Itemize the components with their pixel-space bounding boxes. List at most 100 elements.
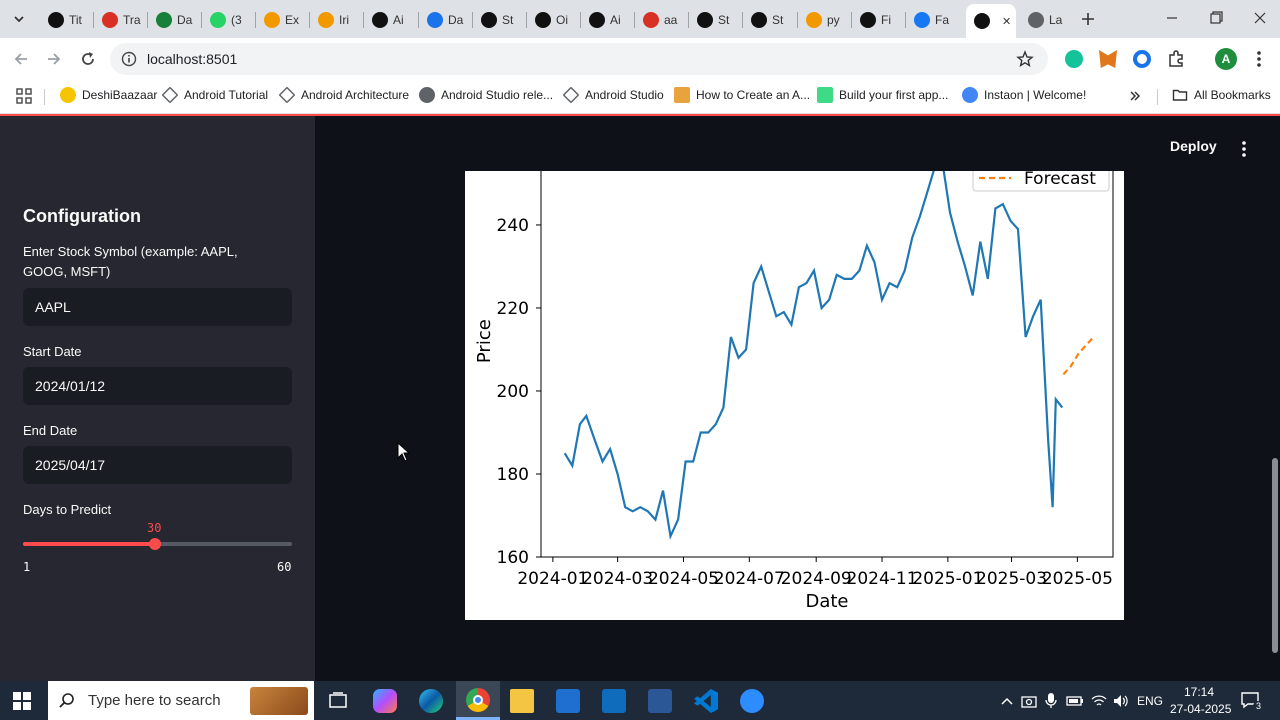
tab-close-icon[interactable]: ✕ [1002, 15, 1011, 28]
tab-favicon-icon [589, 12, 605, 28]
days-slider-thumb[interactable] [149, 538, 161, 550]
metamask-extension-icon[interactable] [1099, 50, 1117, 68]
minimize-button[interactable] [1160, 8, 1184, 28]
browser-tab[interactable]: Fi [852, 6, 906, 34]
browser-tab[interactable]: Da [148, 6, 202, 34]
browser-tab[interactable]: Ex [256, 6, 310, 34]
more-vert-icon[interactable] [1237, 140, 1251, 158]
chevron-up-icon[interactable] [1000, 695, 1014, 707]
browser-tab[interactable]: St [473, 6, 527, 34]
search-icon [59, 692, 74, 708]
chrome-taskbar-button[interactable] [456, 681, 500, 720]
y-tick-label: 160 [497, 548, 529, 568]
all-bookmarks-button[interactable]: All Bookmarks [1172, 87, 1271, 103]
slider-min: 1 [23, 560, 31, 574]
outlook-icon[interactable] [602, 689, 626, 713]
browser-tab[interactable]: (3 [202, 6, 256, 34]
browser-tab[interactable]: py [798, 6, 852, 34]
browser-tab[interactable]: aa [635, 6, 689, 34]
info-icon[interactable] [121, 51, 137, 67]
apps-grid-icon[interactable] [16, 88, 32, 104]
bookmark-item[interactable]: Instaon | Welcome! [962, 87, 1086, 103]
grammarly-extension-icon[interactable] [1065, 50, 1083, 68]
tab-label: St [502, 13, 514, 27]
y-axis-label: Price [474, 319, 495, 363]
end-date-input[interactable]: 2025/04/17 [23, 446, 292, 484]
bookmark-item[interactable]: Build your first app... [817, 87, 948, 103]
new-tab-button[interactable] [1078, 9, 1098, 29]
symbol-input[interactable]: AAPL [23, 288, 292, 326]
bookmark-item[interactable]: How to Create an A... [674, 87, 810, 103]
microphone-icon[interactable] [1044, 692, 1058, 710]
clock-time[interactable]: 17:14 [1184, 685, 1214, 699]
tab-favicon-icon [318, 12, 334, 28]
browser-tab[interactable]: Iri [310, 6, 364, 34]
browser-tab[interactable]: Tra [94, 6, 148, 34]
plus-icon [1082, 13, 1094, 25]
task-view-icon[interactable] [326, 689, 350, 713]
tab-search-button[interactable] [8, 8, 30, 30]
taskbar-search[interactable]: Type here to search [48, 681, 314, 720]
browser-tab[interactable]: La [1020, 6, 1074, 34]
restore-button[interactable] [1204, 8, 1228, 28]
browser-tab[interactable]: Tit [40, 6, 94, 34]
avatar[interactable]: A [1215, 48, 1237, 70]
bookmark-item[interactable]: Android Studio [562, 86, 664, 104]
x-tick-label: 2024-05 [648, 569, 719, 589]
y-tick-label: 200 [497, 382, 529, 402]
bookmark-item[interactable]: Android Architecture [278, 86, 409, 104]
camera-icon[interactable] [1021, 693, 1037, 709]
address-bar[interactable]: localhost:8501 [110, 43, 1048, 75]
battery-icon[interactable] [1066, 693, 1084, 709]
more-vert-icon[interactable] [1251, 49, 1267, 69]
store-icon[interactable] [556, 689, 580, 713]
reload-icon[interactable] [79, 50, 97, 68]
tab-label: py [827, 13, 840, 27]
browser-tab[interactable]: Ai [581, 6, 635, 34]
browser-tab[interactable]: Ai [364, 6, 418, 34]
puzzle-icon[interactable] [1166, 49, 1186, 69]
tab-label: Tit [69, 13, 82, 27]
x-tick-label: 2024-01 [517, 569, 588, 589]
chevron-right-icon[interactable] [1128, 89, 1142, 103]
file-explorer-icon[interactable] [510, 689, 534, 713]
star-icon[interactable] [1016, 50, 1034, 68]
start-date-input[interactable]: 2024/01/12 [23, 367, 292, 405]
deploy-button[interactable]: Deploy [1170, 138, 1217, 154]
browser-tab[interactable]: St [689, 6, 743, 34]
language-indicator[interactable]: ENG [1137, 694, 1163, 708]
vscode-icon[interactable] [694, 689, 718, 713]
tab-favicon-icon [643, 12, 659, 28]
clock-date[interactable]: 27-04-2025 [1170, 702, 1231, 716]
copilot-icon[interactable] [373, 689, 397, 713]
bookmark-item[interactable]: Android Studio rele... [419, 87, 553, 103]
edge-icon[interactable] [419, 689, 443, 713]
extension-icon[interactable] [1133, 50, 1151, 68]
back-arrow-icon[interactable] [12, 50, 30, 68]
bookmarks-divider [44, 89, 45, 105]
forecast-series-line [1062, 336, 1095, 376]
tab-favicon-icon [751, 12, 767, 28]
wifi-icon[interactable] [1090, 693, 1108, 709]
browser-tab[interactable]: St [743, 6, 797, 34]
bookmark-item[interactable]: Android Tutorial [161, 86, 268, 104]
volume-icon[interactable] [1112, 693, 1130, 709]
tab-label: Ai [610, 13, 621, 27]
close-window-button[interactable] [1248, 8, 1272, 28]
slider-value: 30 [147, 521, 162, 535]
x-tick-label: 2024-03 [582, 569, 653, 589]
price-series-line [563, 171, 1064, 540]
bookmark-item[interactable]: DeshiBaazaar [60, 87, 157, 103]
scrollbar[interactable] [1272, 458, 1278, 653]
browser-tab[interactable]: Da [419, 6, 473, 34]
browser-tab[interactable]: Oi [527, 6, 581, 34]
browser-tab[interactable]: ✕ [966, 4, 1016, 38]
zoom-icon[interactable] [740, 689, 764, 713]
browser-tab[interactable]: Fa [906, 6, 960, 34]
url-text[interactable]: localhost:8501 [147, 51, 237, 67]
chrome-icon [466, 688, 490, 712]
forward-arrow-icon[interactable] [45, 50, 63, 68]
bookmark-favicon-icon [419, 87, 435, 103]
windows-start-icon[interactable] [13, 692, 31, 710]
word-icon[interactable] [648, 689, 672, 713]
